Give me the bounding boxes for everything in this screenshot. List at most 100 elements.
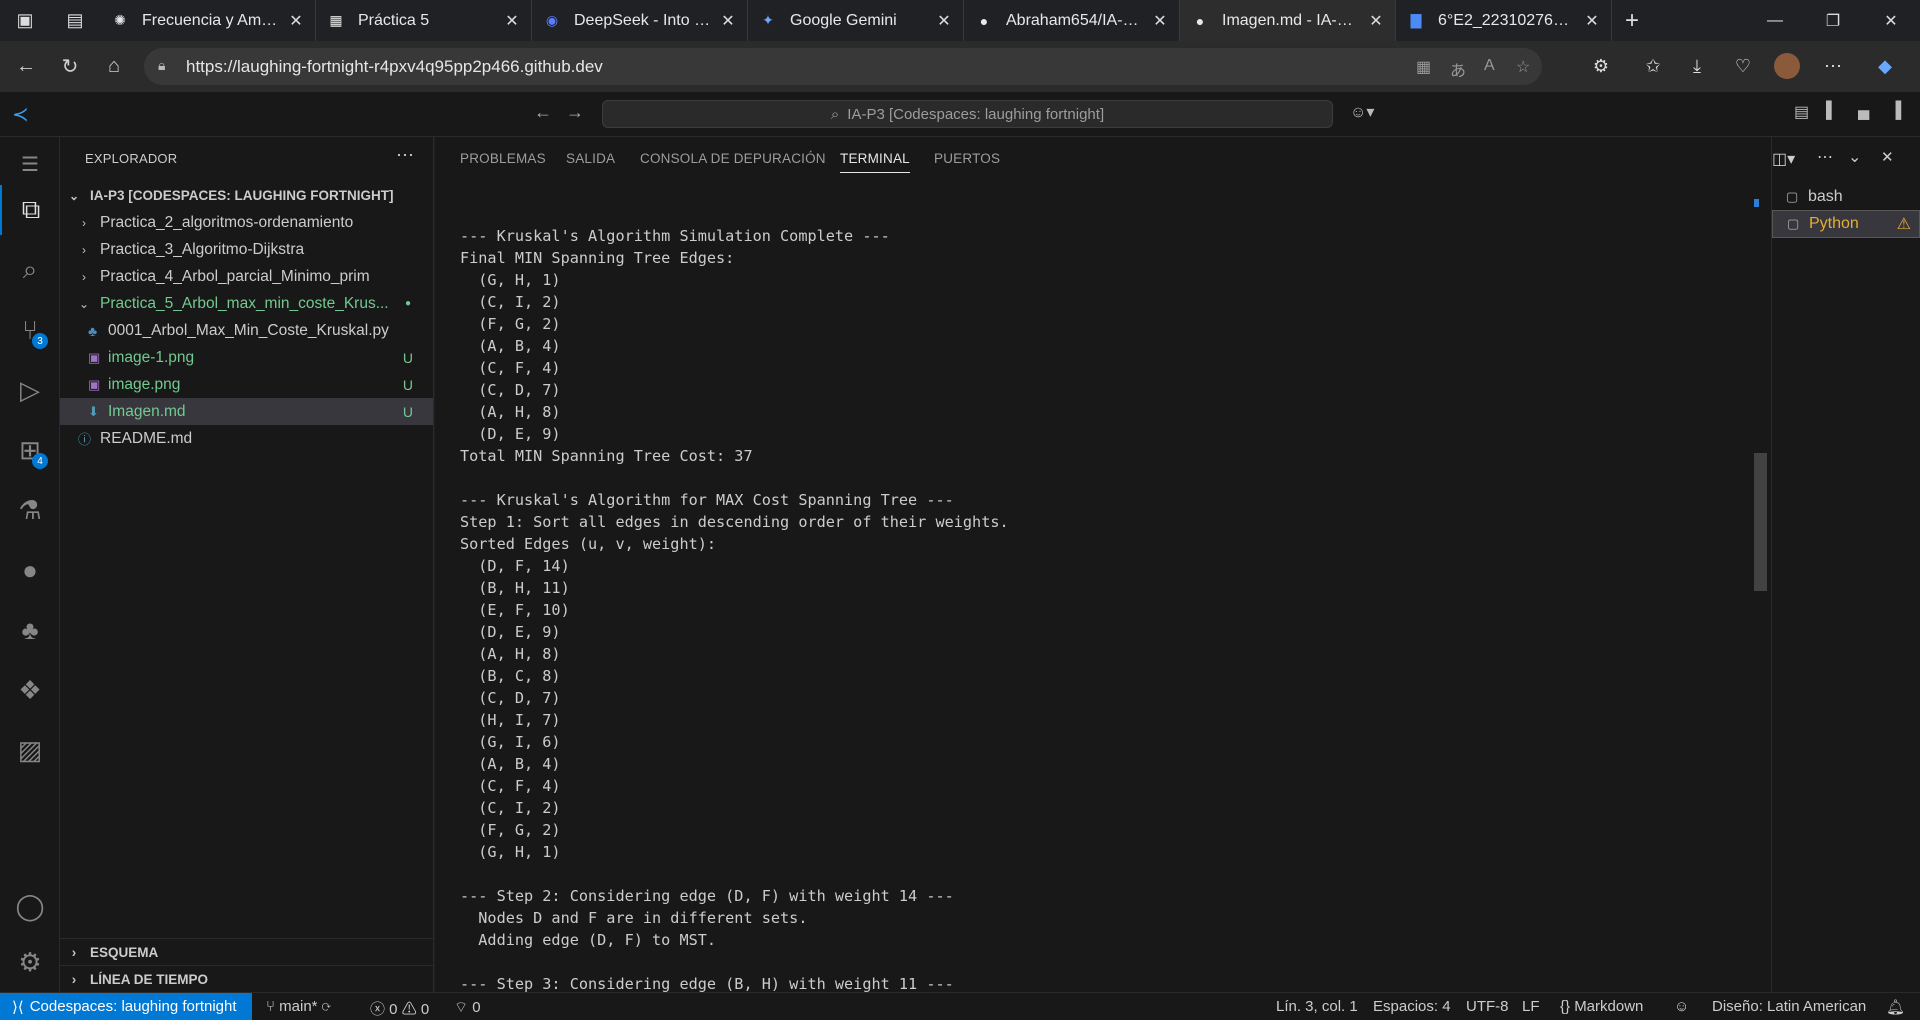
cursor-position[interactable]: Lín. 3, col. 1: [1276, 998, 1358, 1015]
browser-tab-5[interactable]: ● Abraham654/IA-P3: Pr ✕: [964, 0, 1180, 41]
customize-layout-icon[interactable]: ▤: [1794, 102, 1809, 122]
timeline-section[interactable]: › LÍNEA DE TIEMPO: [60, 965, 433, 992]
tree-item-file-selected[interactable]: ⬇ Imagen.md U: [60, 398, 433, 425]
ports-status[interactable]: ⌔ 0: [454, 998, 481, 1017]
browser-tab-6-active[interactable]: ● Imagen.md - IA-P3 [Codespaces] ✕: [1180, 0, 1396, 41]
back-icon[interactable]: ←: [4, 46, 48, 86]
terminal-scrollbar[interactable]: [1754, 453, 1767, 591]
command-center[interactable]: ⌕ IA-P3 [Codespaces: laughing fortnight]: [602, 100, 1333, 128]
chevron-right-icon: ›: [82, 215, 86, 230]
terminal-item-python[interactable]: ▢ Python ⚠: [1772, 210, 1920, 238]
close-tab-icon[interactable]: ✕: [935, 11, 953, 31]
tab-debug-console[interactable]: CONSOLA DE DEPURACIÓN: [640, 151, 826, 166]
deepseek-icon: ◉: [545, 12, 559, 28]
notifications-icon[interactable]: 🔔︎: [1886, 998, 1905, 1016]
home-icon[interactable]: ⌂: [92, 46, 136, 86]
tree-item-folder[interactable]: › Practica_2_algoritmos-ordenamiento: [60, 209, 433, 236]
chart-icon[interactable]: ▨: [0, 725, 60, 775]
accounts-icon[interactable]: ◯: [0, 881, 60, 931]
app-available-icon[interactable]: ▦: [1416, 57, 1431, 77]
vertical-tabs-icon[interactable]: ▤: [50, 0, 100, 41]
testing-icon[interactable]: ⚗: [0, 485, 60, 535]
tree-item-file[interactable]: ▣ image-1.png U: [60, 344, 433, 371]
extensions-icon[interactable]: ⊞ 4: [0, 425, 60, 475]
minimize-icon[interactable]: —: [1746, 0, 1804, 41]
close-tab-icon[interactable]: ✕: [1583, 11, 1601, 31]
copilot-menu-icon[interactable]: ☺▾: [1350, 102, 1374, 122]
docs-icon: ▇: [1410, 12, 1422, 28]
outline-section[interactable]: › ESQUEMA: [60, 938, 433, 965]
browser-tab-3[interactable]: ◉ DeepSeek - Into the Unknown ✕: [532, 0, 748, 41]
profile-avatar[interactable]: [1768, 47, 1806, 85]
manage-gear-icon[interactable]: ⚙: [0, 937, 60, 987]
indentation-status[interactable]: Espacios: 4: [1373, 998, 1451, 1015]
encoding-status[interactable]: UTF-8: [1466, 998, 1509, 1015]
favorite-star-icon[interactable]: ☆: [1516, 57, 1530, 77]
workspace-root[interactable]: ⌄ IA-P3 [CODESPACES: LAUGHING FORTNIGHT]: [60, 182, 433, 209]
tab-problems[interactable]: PROBLEMAS: [460, 151, 546, 166]
run-debug-icon[interactable]: ▷: [0, 365, 60, 415]
close-tab-icon[interactable]: ✕: [287, 11, 305, 31]
terminal-line: (C, F, 4): [460, 777, 561, 795]
extensions-icon[interactable]: ⚙: [1582, 47, 1620, 85]
browser-tab-1[interactable]: ✺ Frecuencia y Amplitud ✕: [100, 0, 316, 41]
more-options-icon[interactable]: ⋯: [1814, 47, 1852, 85]
github-icon[interactable]: ●: [0, 545, 60, 595]
site-info-icon[interactable]: 🔒︎: [158, 57, 176, 75]
nav-back-icon[interactable]: ←: [534, 102, 552, 123]
section-label: ESQUEMA: [90, 944, 159, 960]
menu-icon[interactable]: ☰: [0, 139, 60, 189]
untracked-status: U: [402, 403, 413, 420]
close-tab-icon[interactable]: ✕: [1151, 11, 1169, 31]
remote-indicator[interactable]: ⟩⟨ Codespaces: laughing fortnight: [0, 993, 252, 1020]
tree-item-folder[interactable]: › Practica_3_Algoritmo-Dijkstra: [60, 236, 433, 263]
favorites-icon[interactable]: ✩: [1634, 47, 1672, 85]
close-tab-icon[interactable]: ✕: [503, 11, 521, 31]
tree-item-file[interactable]: ▣ image.png U: [60, 371, 433, 398]
browser-tab-2[interactable]: ▦ Práctica 5 ✕: [316, 0, 532, 41]
copilot-status-icon[interactable]: ☺: [1674, 998, 1689, 1015]
read-aloud-icon[interactable]: A: [1484, 57, 1495, 75]
toggle-panel-icon[interactable]: ▄: [1858, 102, 1869, 120]
problems-status[interactable]: ⓧ 0 ⚠ 0: [370, 998, 429, 1019]
sync-icon: ⟳: [321, 998, 331, 1015]
browser-tab-4[interactable]: ✦ Google Gemini ✕: [748, 0, 964, 41]
tree-item-folder[interactable]: › Practica_4_Arbol_parcial_Minimo_prim: [60, 263, 433, 290]
terminal-item-bash[interactable]: ▢ bash: [1772, 183, 1920, 211]
reload-icon[interactable]: ↻: [48, 46, 92, 86]
eol-status[interactable]: LF: [1522, 998, 1540, 1015]
address-bar[interactable]: 🔒︎ https://laughing-fortnight-r4pxv4q95p…: [144, 48, 1542, 85]
tab-ports[interactable]: PUERTOS: [934, 151, 1000, 166]
python-icon[interactable]: ♣: [0, 605, 60, 655]
restore-icon[interactable]: ❐: [1804, 0, 1862, 41]
browser-tab-7[interactable]: ▇ 6°E2_22310276_practica ✕: [1396, 0, 1612, 41]
new-tab-button[interactable]: +: [1612, 0, 1652, 41]
tree-item-file[interactable]: ♣ 0001_Arbol_Max_Min_Coste_Kruskal.py: [60, 317, 433, 344]
source-control-icon[interactable]: ⑂ 3: [0, 305, 60, 355]
toggle-secondary-sidebar-icon[interactable]: ▐: [1890, 102, 1901, 120]
toggle-sidebar-icon[interactable]: ▌: [1826, 102, 1837, 120]
close-window-icon[interactable]: ✕: [1862, 0, 1920, 41]
browser-essentials-icon[interactable]: ♡: [1724, 47, 1762, 85]
close-tab-icon[interactable]: ✕: [719, 11, 737, 31]
tab-output[interactable]: SALIDA: [566, 151, 615, 166]
terminal-line: (A, B, 4): [460, 337, 561, 355]
downloads-icon[interactable]: ⤓: [1678, 47, 1716, 85]
explorer-icon[interactable]: ⧉: [0, 185, 60, 235]
tree-item-file[interactable]: ⓘ README.md: [60, 425, 433, 452]
remote-explorer-icon[interactable]: ❖: [0, 665, 60, 715]
keyboard-layout-status[interactable]: Diseño: Latin American: [1712, 998, 1866, 1015]
language-status[interactable]: {} Markdown: [1560, 998, 1643, 1015]
tab-terminal[interactable]: TERMINAL: [840, 151, 910, 173]
search-icon[interactable]: ⌕: [0, 245, 60, 295]
translate-icon[interactable]: あ: [1450, 57, 1466, 81]
copilot-icon[interactable]: ◆: [1866, 47, 1904, 85]
more-actions-icon[interactable]: ⋯: [396, 145, 414, 166]
terminal-output[interactable]: --- Kruskal's Algorithm Simulation Compl…: [460, 225, 1760, 995]
workspaces-icon[interactable]: ▣: [0, 0, 50, 41]
branch-status[interactable]: ⑂ main* ⟳: [266, 998, 331, 1015]
tree-item-folder-open[interactable]: ⌄ Practica_5_Arbol_max_min_coste_Krus...…: [60, 290, 433, 317]
close-tab-icon[interactable]: ✕: [1367, 11, 1385, 31]
nav-forward-icon[interactable]: →: [566, 102, 584, 123]
